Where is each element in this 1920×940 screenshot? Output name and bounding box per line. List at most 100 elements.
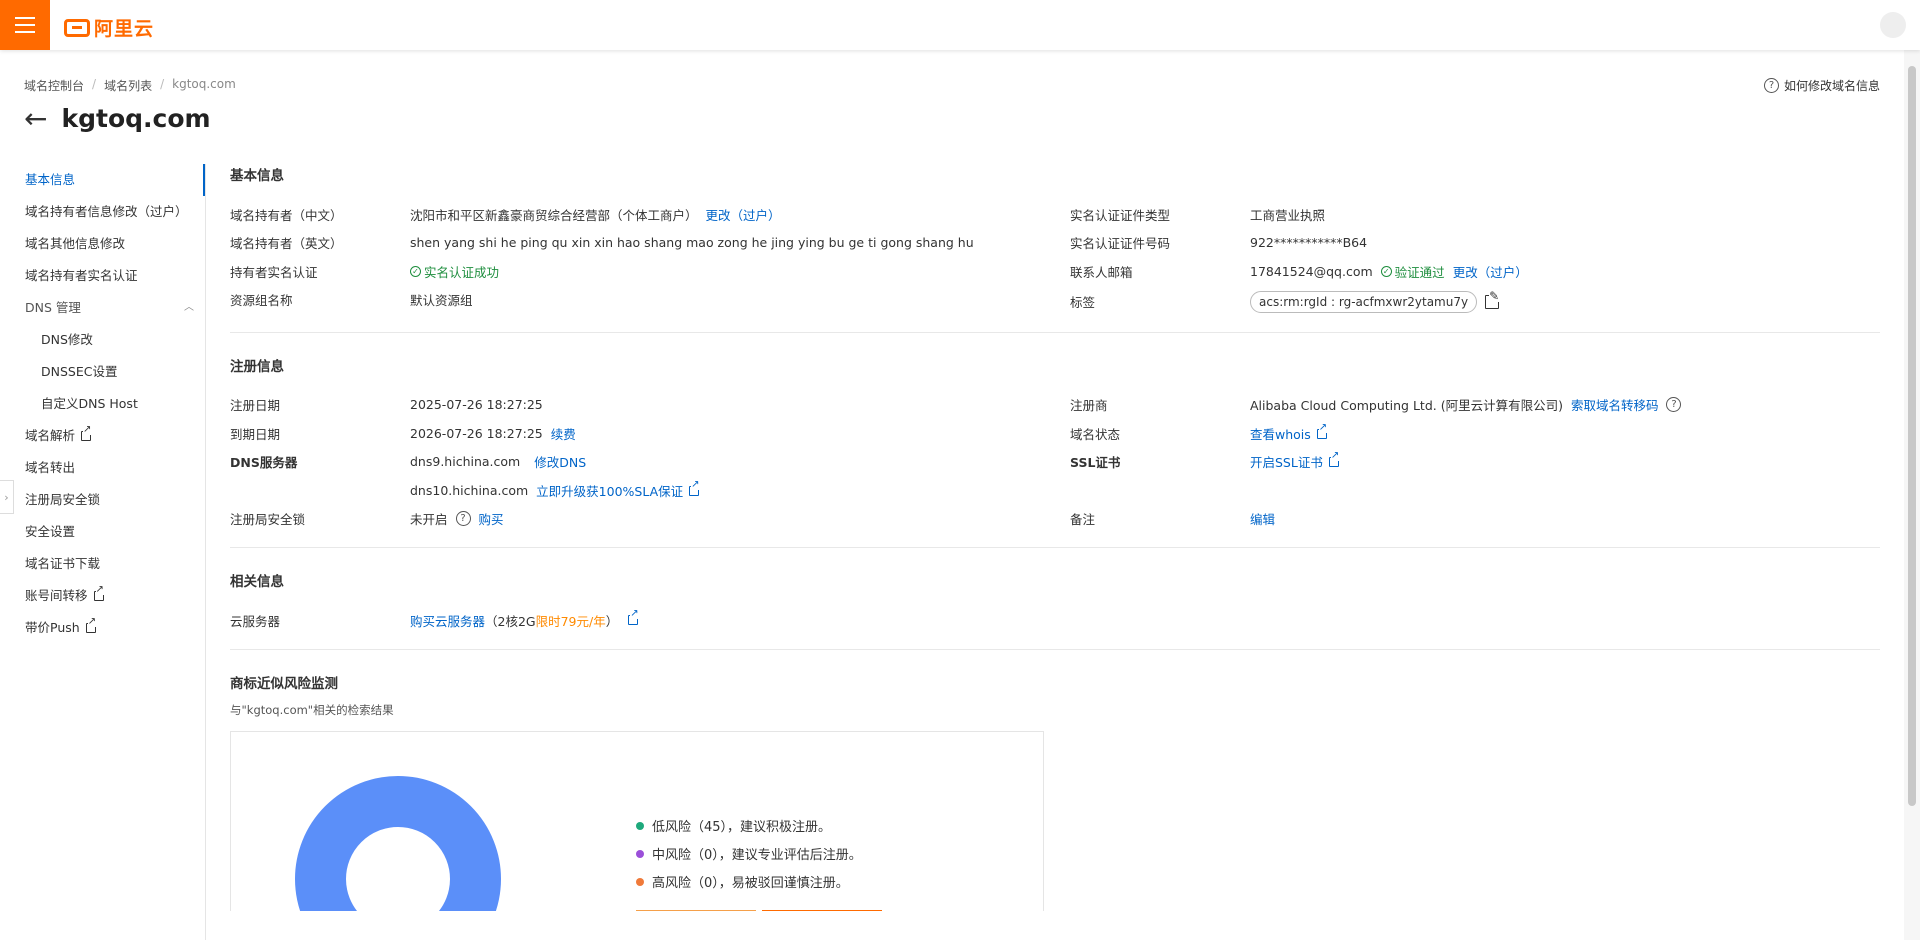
sidebar-item-label: 域名转出 — [25, 460, 76, 475]
page-title: kgtoq.com — [61, 104, 211, 133]
dns1-value: dns9.hichina.com — [410, 454, 521, 470]
risk-donut-chart — [295, 775, 501, 911]
modify-dns-link[interactable]: 修改DNS — [534, 452, 586, 471]
sla-upgrade-link[interactable]: 立即升级获100%SLA保证 — [536, 479, 700, 500]
hamburger-menu-button[interactable] — [0, 0, 50, 50]
domain-status-row: 域名状态 查看whois — [1070, 419, 1880, 448]
tag-row: 标签 acs:rm:rgId : rg-acfmxwr2ytamu7y — [1070, 286, 1880, 318]
chevron-right-icon: › — [4, 490, 9, 504]
section-title: 注册信息 — [230, 358, 284, 375]
buy-server-link[interactable]: 购买云服务器 — [410, 611, 485, 630]
sidebar-item-label: 域名证书下载 — [25, 556, 101, 571]
sidebar-item-owner-change[interactable]: 域名持有者信息修改（过户） — [0, 196, 205, 228]
sidebar-item-label: 域名持有者信息修改（过户） — [25, 204, 188, 219]
legend-label: 中风险（0），建议专业评估后注册。 — [652, 848, 862, 863]
question-icon: ? — [1763, 78, 1779, 93]
sidebar-item-cert-download[interactable]: 域名证书下载 — [0, 548, 205, 580]
back-arrow-icon[interactable]: ← — [24, 104, 47, 133]
cert-no-row: 实名认证证件号码 922***********B64 — [1070, 229, 1880, 258]
dns-row: DNS服务器 dns9.hichina.com 修改DNS — [230, 448, 1070, 477]
spacer-row — [1070, 476, 1880, 505]
sidebar-item-label: 自定义DNS Host — [41, 396, 138, 411]
realname-row: 持有者实名认证 ✓ 实名认证成功 — [230, 257, 1070, 286]
logo-text: 阿里云 — [94, 18, 155, 40]
breadcrumb-domain-console[interactable]: 域名控制台 — [24, 77, 84, 94]
server-note-pre: （2核2G — [485, 613, 536, 629]
top-bar: 阿里云 — [0, 0, 1920, 50]
sidebar-item-security-settings[interactable]: 安全设置 — [0, 516, 205, 548]
aliyun-logo[interactable]: 阿里云 — [64, 14, 154, 41]
question-icon[interactable]: ? — [1666, 397, 1682, 413]
resource-group-value: 默认资源组 — [410, 293, 473, 309]
sidebar-item-label: 域名其他信息修改 — [25, 236, 126, 251]
realname-status-text: 实名认证成功 — [424, 264, 500, 280]
risk-action-button-primary[interactable] — [636, 909, 756, 911]
transfer-code-link[interactable]: 索取域名转移码 — [1571, 395, 1659, 414]
breadcrumb-domain-list[interactable]: 域名列表 — [104, 77, 152, 94]
sidebar-item-transfer-out[interactable]: 域名转出 — [0, 452, 205, 484]
whois-link[interactable]: 查看whois — [1250, 422, 1328, 443]
breadcrumb-separator: / — [92, 77, 97, 91]
external-link-icon — [85, 617, 97, 633]
external-link[interactable] — [626, 608, 639, 628]
scrollbar-thumb[interactable] — [1908, 66, 1916, 806]
sidebar-item-other-info[interactable]: 域名其他信息修改 — [0, 228, 205, 260]
external-link-icon — [1328, 451, 1340, 468]
legend-label: 高风险（0），易被驳回谨慎注册。 — [652, 876, 849, 891]
field-label: 注册局安全锁 — [230, 512, 306, 528]
section-title: 相关信息 — [230, 574, 284, 590]
edit-icon[interactable] — [1485, 289, 1500, 309]
edit-remark-link[interactable]: 编辑 — [1250, 509, 1275, 528]
cert-no-value: 922***********B64 — [1250, 235, 1368, 251]
sla-upgrade-label: 立即升级获100%SLA保证 — [536, 483, 684, 499]
whois-label: 查看whois — [1250, 426, 1311, 442]
external-link-icon — [1316, 422, 1328, 439]
sidebar-item-basic-info[interactable]: 基本信息 — [0, 164, 205, 196]
page-scrollbar[interactable] — [1904, 50, 1920, 940]
sidebar-item-dns-resolve[interactable]: 域名解析 — [0, 420, 205, 452]
question-icon[interactable]: ? — [455, 511, 471, 527]
risk-action-button-secondary[interactable] — [762, 909, 882, 911]
renew-link[interactable]: 续费 — [551, 424, 576, 443]
sidebar-item-registry-lock[interactable]: 注册局安全锁 — [0, 484, 205, 516]
buy-lock-link[interactable]: 购买 — [479, 509, 504, 528]
related-info-section: 相关信息 云服务器 购买云服务器 （2核2G 限时79元/年 ） — [230, 570, 1880, 650]
sidebar-item-custom-dns-host[interactable]: 自定义DNS Host — [0, 388, 205, 420]
email-status: ✓ 验证通过 — [1380, 262, 1445, 281]
field-label: 注册日期 — [230, 398, 281, 414]
page-header: ← kgtoq.com — [24, 104, 211, 133]
sidebar-item-account-transfer[interactable]: 账号间转移 — [0, 580, 205, 612]
server-promo: 限时79元/年 — [535, 613, 606, 629]
exp-date-row: 到期日期 2026-07-26 18:27:25 续费 — [230, 419, 1070, 448]
help-link[interactable]: ? 如何修改域名信息 — [1763, 77, 1880, 94]
legend-dot — [636, 877, 644, 886]
sidebar-item-dnssec[interactable]: DNSSEC设置 — [0, 356, 205, 388]
legend-item-high: 高风险（0），易被驳回谨慎注册。 — [636, 868, 862, 896]
check-circle-icon: ✓ — [1380, 265, 1392, 277]
dns2-row: dns10.hichina.com 立即升级获100%SLA保证 — [230, 476, 1070, 505]
sidebar-item-label: 域名持有者实名认证 — [25, 268, 138, 283]
sidebar-collapse-toggle[interactable]: › — [0, 480, 14, 514]
main-content: 基本信息 域名持有者（中文） 沈阳市和平区新鑫豪商贸综合经营部（个体工商户） 更改… — [230, 164, 1880, 911]
breadcrumb: 域名控制台 / 域名列表 / kgtoq.com — [24, 77, 236, 94]
sidebar-item-price-push[interactable]: 带价Push — [0, 612, 205, 644]
realname-status: ✓ 实名认证成功 — [410, 262, 499, 281]
external-link-icon — [81, 425, 92, 441]
cert-type-row: 实名认证证件类型 工商营业执照 — [1070, 200, 1880, 229]
server-note-post: ） — [605, 613, 619, 629]
sidebar-item-dns-modify[interactable]: DNS修改 — [0, 324, 205, 356]
registration-info-section: 注册信息 注册日期 2025-07-26 18:27:25 到期日期 2026-… — [230, 355, 1880, 548]
user-avatar[interactable] — [1880, 12, 1906, 38]
sidebar-item-realname[interactable]: 域名持有者实名认证 — [0, 260, 205, 292]
owner-change-link[interactable]: 更改（过户） — [706, 205, 781, 224]
exp-date-value: 2026-07-26 18:27:25 — [410, 425, 543, 441]
lock-value: 未开启 — [410, 512, 448, 528]
sidebar-item-dns-management[interactable]: DNS 管理 ︿ — [0, 292, 205, 324]
external-link-icon — [628, 608, 639, 625]
sidebar-item-label: DNS修改 — [41, 332, 93, 347]
tag-chip[interactable]: acs:rm:rgId : rg-acfmxwr2ytamu7y — [1250, 290, 1478, 313]
ssl-link[interactable]: 开启SSL证书 — [1250, 451, 1340, 471]
legend-item-low: 低风险（45），建议积极注册。 — [636, 812, 862, 840]
email-change-link[interactable]: 更改（过户） — [1453, 262, 1528, 281]
registrar-row: 注册商 Alibaba Cloud Computing Ltd. (阿里云计算有… — [1070, 391, 1880, 420]
